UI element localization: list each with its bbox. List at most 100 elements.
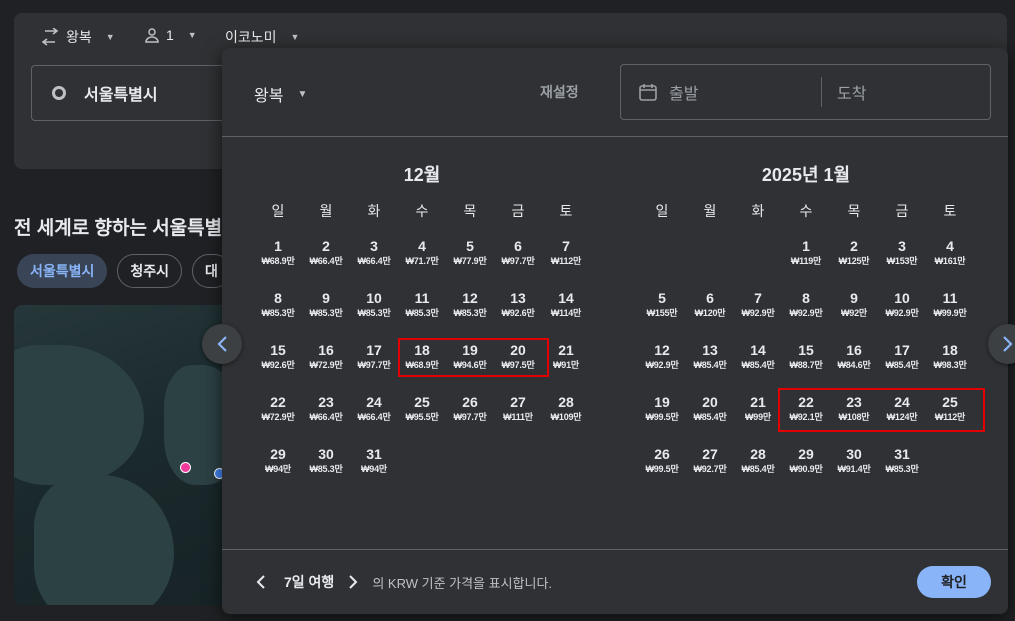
day-number: 30 [846, 446, 862, 462]
chip-city[interactable]: 서울특별시 [17, 254, 108, 288]
calendar-day[interactable]: 6 ₩120만 [686, 289, 734, 341]
calendar-day[interactable]: 12 ₩92.9만 [638, 341, 686, 393]
calendar-day[interactable]: 1 ₩119만 [782, 237, 830, 289]
calendar-day[interactable]: 5 ₩155만 [638, 289, 686, 341]
calendar-day[interactable]: 7 ₩112만 [542, 237, 590, 289]
calendar-day[interactable]: 16 ₩72.9만 [302, 341, 350, 393]
calendar-day[interactable]: 29 ₩90.9만 [782, 445, 830, 497]
calendar-day[interactable]: 1 ₩68.9만 [254, 237, 302, 289]
day-number: 18 [942, 342, 958, 358]
origin-value: 서울특별시 [84, 87, 158, 104]
day-number: 20 [702, 394, 718, 410]
calendar-day[interactable]: 22 ₩72.9만 [254, 393, 302, 445]
calendar-day[interactable]: 3 ₩153만 [878, 237, 926, 289]
calendar-day[interactable]: 8 ₩85.3만 [254, 289, 302, 341]
calendar-day[interactable]: 31 ₩85.3만 [878, 445, 926, 497]
calendar-day[interactable]: 11 ₩99.9만 [926, 289, 974, 341]
calendar-day[interactable]: 28 ₩85.4만 [734, 445, 782, 497]
prev-month-button[interactable] [202, 324, 242, 364]
calendar-day[interactable]: 8 ₩92.9만 [782, 289, 830, 341]
calendar-day[interactable]: 6 ₩97.7만 [494, 237, 542, 289]
weekday-label: 화 [367, 203, 381, 219]
day-number: 22 [270, 394, 286, 410]
calendar-day[interactable]: 29 ₩94만 [254, 445, 302, 497]
day-number: 26 [462, 394, 478, 410]
calendar-day[interactable]: 21 ₩99만 [734, 393, 782, 445]
day-number: 28 [750, 446, 766, 462]
day-price: ₩92.6만 [261, 360, 295, 370]
city-chips: 서울특별시 청주시 대 [17, 254, 231, 288]
chevron-right-icon[interactable] [348, 575, 358, 589]
day-price: ₩85.4만 [741, 464, 775, 474]
calendar-day[interactable]: 23 ₩66.4만 [302, 393, 350, 445]
calendar-day[interactable]: 4 ₩71.7만 [398, 237, 446, 289]
calendar-day[interactable]: 24 ₩66.4만 [350, 393, 398, 445]
calendar-day[interactable]: 16 ₩84.6만 [830, 341, 878, 393]
departure-date-field[interactable]: 출발 [669, 80, 809, 104]
reset-button[interactable]: 재설정 [540, 82, 579, 102]
day-number: 3 [370, 238, 378, 254]
calendar-day[interactable]: 5 ₩77.9만 [446, 237, 494, 289]
day-number: 13 [702, 342, 718, 358]
highlight-box [398, 338, 549, 377]
weekday-label: 토 [559, 203, 573, 219]
calendar-day[interactable]: 30 ₩91.4만 [830, 445, 878, 497]
calendar-day[interactable]: 7 ₩92.9만 [734, 289, 782, 341]
calendar-day[interactable]: 31 ₩94만 [350, 445, 398, 497]
day-number: 1 [274, 238, 282, 254]
month-title: 12월 [403, 165, 441, 185]
trip-type-label: 왕복 [66, 29, 92, 45]
calendar-day[interactable]: 26 ₩97.7만 [446, 393, 494, 445]
calendar-day[interactable]: 19 ₩99.5만 [638, 393, 686, 445]
passengers-count: 1 [166, 27, 174, 43]
calendar-day[interactable]: 14 ₩114만 [542, 289, 590, 341]
calendar-day[interactable]: 15 ₩92.6만 [254, 341, 302, 393]
weekday-label: 일 [271, 203, 285, 219]
day-price: ₩85.4만 [693, 412, 727, 422]
calendar-day[interactable]: 4 ₩161만 [926, 237, 974, 289]
picker-trip-type-select[interactable]: 왕복 ▼ [254, 82, 307, 106]
calendar-day[interactable]: 27 ₩111만 [494, 393, 542, 445]
calendar-day[interactable]: 30 ₩85.3만 [302, 445, 350, 497]
day-price: ₩90.9만 [789, 464, 823, 474]
calendar-day[interactable]: 21 ₩91만 [542, 341, 590, 393]
cabin-class-select[interactable]: 이코노미 ▼ [225, 27, 299, 47]
calendar-day[interactable]: 10 ₩92.9만 [878, 289, 926, 341]
day-number: 6 [514, 238, 522, 254]
calendar-day[interactable]: 11 ₩85.3만 [398, 289, 446, 341]
calendar-day[interactable]: 26 ₩99.5만 [638, 445, 686, 497]
calendar-day[interactable]: 17 ₩97.7만 [350, 341, 398, 393]
calendar-day[interactable]: 14 ₩85.4만 [734, 341, 782, 393]
trip-type-select[interactable]: 왕복 ▼ [40, 27, 115, 47]
calendar-day[interactable]: 9 ₩92만 [830, 289, 878, 341]
calendar-day[interactable]: 3 ₩66.4만 [350, 237, 398, 289]
day-price: ₩99.5만 [645, 464, 679, 474]
calendar-day[interactable]: 10 ₩85.3만 [350, 289, 398, 341]
day-price: ₩97.7만 [453, 412, 487, 422]
day-number: 6 [706, 290, 714, 306]
calendar-day[interactable]: 9 ₩85.3만 [302, 289, 350, 341]
calendar-day[interactable]: 27 ₩92.7만 [686, 445, 734, 497]
calendar-day[interactable]: 17 ₩85.4만 [878, 341, 926, 393]
day-price: ₩72.9만 [261, 412, 295, 422]
map-pin-origin[interactable] [180, 462, 191, 473]
calendar-day[interactable]: 28 ₩109만 [542, 393, 590, 445]
return-date-field[interactable]: 도착 [837, 80, 866, 104]
calendar-day[interactable]: 2 ₩125만 [830, 237, 878, 289]
calendar-day[interactable]: 13 ₩85.4만 [686, 341, 734, 393]
calendar-day[interactable]: 18 ₩98.3만 [926, 341, 974, 393]
chip-city[interactable]: 청주시 [117, 254, 183, 288]
calendar-day[interactable]: 20 ₩85.4만 [686, 393, 734, 445]
calendar-day[interactable]: 25 ₩95.5만 [398, 393, 446, 445]
calendar-day[interactable]: 13 ₩92.6만 [494, 289, 542, 341]
weekday-header: 일월화수목금토 [638, 201, 974, 221]
confirm-button[interactable]: 확인 [917, 566, 991, 598]
chevron-left-icon[interactable] [256, 575, 266, 589]
date-range-input[interactable]: 출발 도착 [620, 64, 991, 120]
calendar-day[interactable]: 2 ₩66.4만 [302, 237, 350, 289]
explore-map[interactable] [14, 305, 234, 605]
day-price: ₩66.4만 [357, 256, 391, 266]
passengers-select[interactable]: 1 ▼ [144, 27, 197, 43]
calendar-day[interactable]: 12 ₩85.3만 [446, 289, 494, 341]
calendar-day[interactable]: 15 ₩88.7만 [782, 341, 830, 393]
